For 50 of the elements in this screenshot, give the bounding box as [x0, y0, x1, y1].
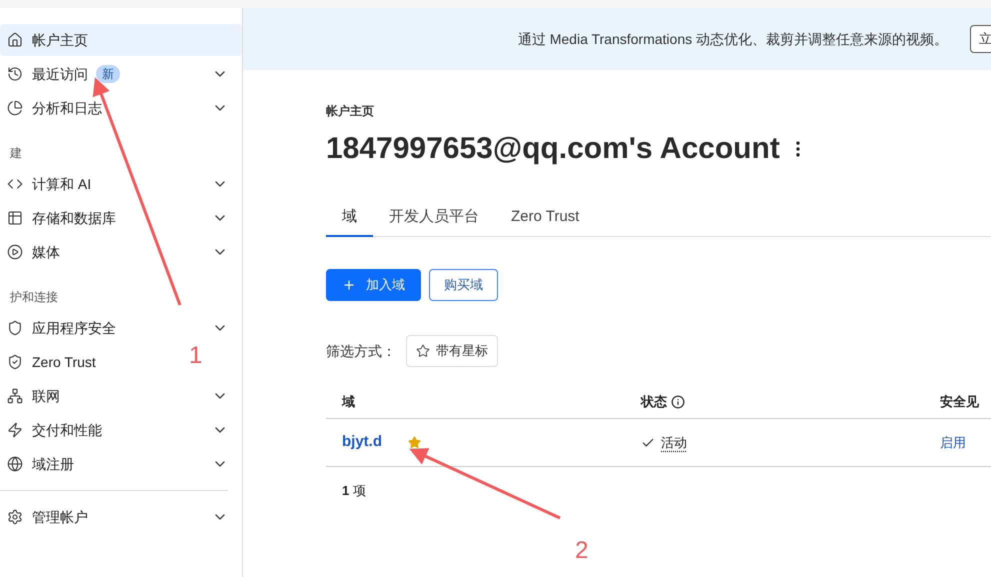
sidebar-item[interactable]: Zero Trust: [0, 346, 110, 378]
account-title: 1847997653@qq.com's Account: [326, 131, 780, 167]
column-header: 安全见: [940, 392, 980, 411]
sidebar-item[interactable]: 存储和数据库: [0, 202, 242, 234]
item-label: 交付和性能: [32, 420, 102, 440]
breadcrumb: 帐户主页: [326, 103, 375, 120]
sidebar-item[interactable]: 交付和性能: [0, 414, 242, 446]
item-label: 分析和日志: [32, 98, 102, 118]
star-icon[interactable]: [408, 436, 421, 449]
item-label: 应用程序安全: [32, 318, 116, 338]
banner-text: 通过 Media Transformations 动态优化、裁剪并调整任意来源的视频。: [518, 30, 948, 48]
info-icon: [671, 394, 685, 408]
sidebar-item[interactable]: 最近访问 新: [0, 58, 242, 90]
filter-label: 筛选方式：: [326, 342, 396, 360]
sidebar-item[interactable]: 域注册: [0, 448, 242, 480]
sidebar-item[interactable]: 分析和日志: [0, 92, 242, 124]
status-text: 活动: [661, 434, 687, 452]
tab[interactable]: Zero Trust: [495, 199, 596, 237]
item-label: 域注册: [32, 454, 74, 474]
column-header: 域: [340, 392, 356, 411]
buy-domain-button[interactable]: 购买域: [429, 269, 498, 301]
annotation-label: 1: [189, 341, 202, 371]
sidebar-item[interactable]: 应用程序安全: [0, 312, 242, 344]
item-label: 管理帐户: [32, 508, 88, 526]
item-label: 媒体: [32, 242, 60, 262]
sidebar-item[interactable]: 管理帐户: [0, 501, 242, 533]
section-heading: 护和连接: [9, 289, 59, 306]
item-label: 计算和 AI: [32, 174, 92, 194]
item-label: 联网: [32, 386, 60, 406]
sidebar-item[interactable]: 计算和 AI: [0, 168, 242, 200]
sidebar-item[interactable]: 媒体: [0, 236, 242, 268]
tab[interactable]: 域: [326, 199, 373, 237]
starred-filter-chip[interactable]: 带有星标: [406, 335, 498, 367]
new-badge: 新: [96, 65, 120, 83]
item-label: 最近访问: [32, 64, 88, 84]
tab[interactable]: 开发人员平台: [373, 199, 495, 237]
sidebar-item[interactable]: 联网: [0, 380, 242, 412]
item-label: 帐户主页: [32, 30, 88, 50]
domain-link[interactable]: bjyt.d: [342, 431, 382, 454]
add-domain-button[interactable]: 加入域: [326, 269, 421, 301]
column-header: 状态: [641, 392, 940, 412]
annotation-label: 2: [575, 536, 588, 566]
item-label: Zero Trust: [32, 352, 96, 372]
enable-link[interactable]: 启用: [940, 432, 991, 452]
section-heading: 建: [9, 145, 23, 162]
sidebar-item[interactable]: 帐户主页: [0, 24, 242, 56]
item-label: 存储和数据库: [32, 208, 116, 228]
item-count: 1 项: [342, 482, 366, 500]
star-icon: [416, 344, 430, 358]
plus-icon: [342, 278, 356, 292]
